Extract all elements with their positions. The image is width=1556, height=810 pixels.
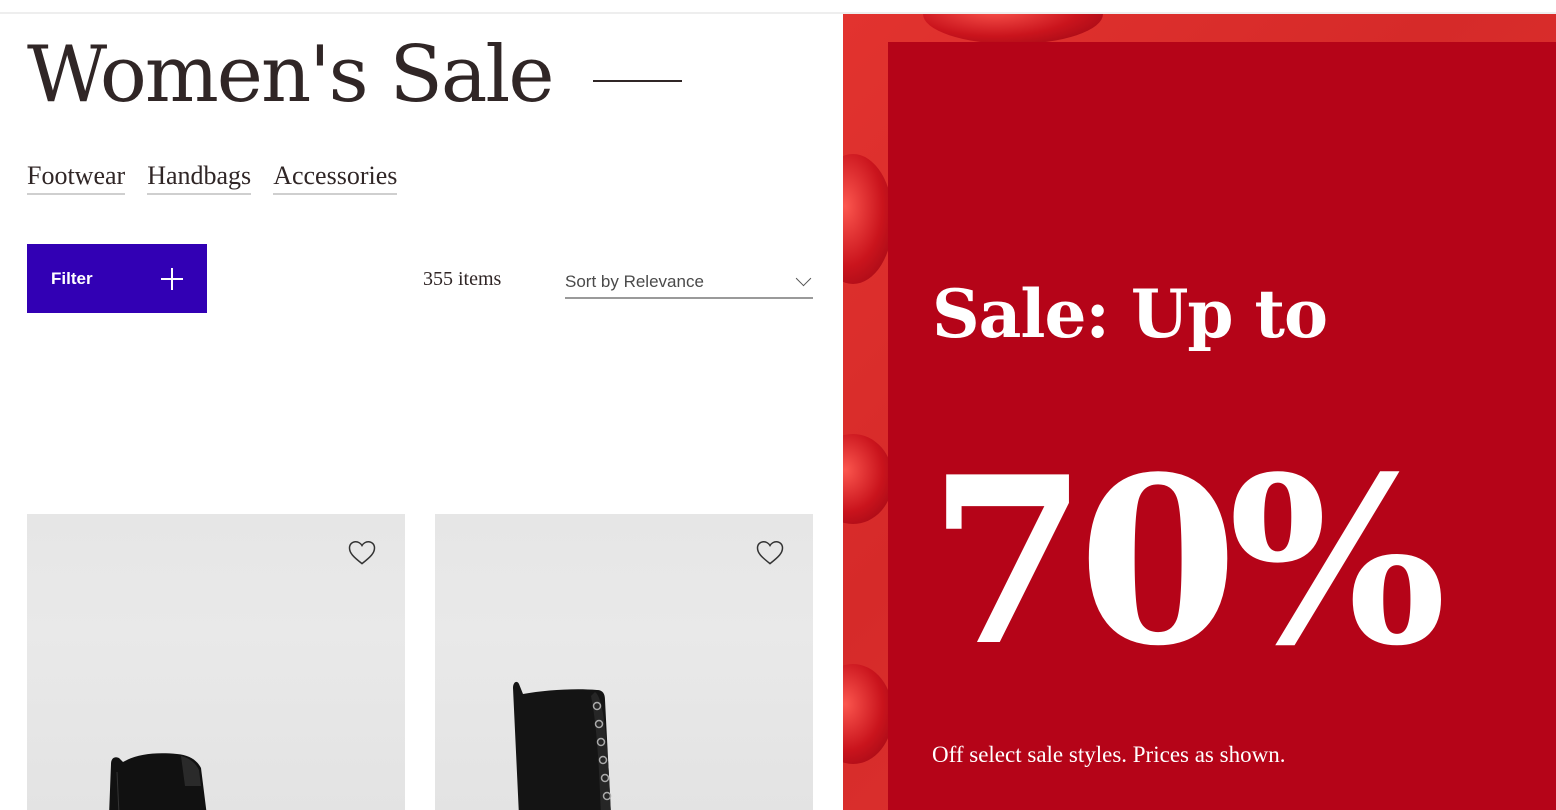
sort-dropdown[interactable]: Sort by Relevance xyxy=(565,267,813,299)
promo-panel: Sale: Up to 70% Off select sale styles. … xyxy=(888,42,1556,810)
product-card[interactable] xyxy=(435,514,813,810)
promo-discount: 70% xyxy=(928,427,1447,697)
category-link-handbags[interactable]: Handbags xyxy=(147,160,252,195)
item-count: 355 items xyxy=(423,268,502,290)
page-title: Women's Sale xyxy=(27,30,555,120)
plus-icon xyxy=(161,267,183,290)
category-link-accessories[interactable]: Accessories xyxy=(273,160,398,195)
ribbon-decoration xyxy=(843,664,893,764)
ribbon-decoration xyxy=(843,154,893,284)
chevron-down-icon xyxy=(795,270,812,287)
product-card[interactable] xyxy=(27,514,405,810)
product-image-combat-boot xyxy=(513,681,612,810)
sale-promo-banner[interactable]: Sale: Up to 70% Off select sale styles. … xyxy=(843,14,1556,810)
product-listing: Women's Sale Footwear Handbags Accessori… xyxy=(0,0,1556,810)
page: Women's Sale Footwear Handbags Accessori… xyxy=(0,0,1556,810)
ribbon-decoration xyxy=(843,434,893,524)
category-links: Footwear Handbags Accessories xyxy=(27,160,398,195)
heart-icon[interactable] xyxy=(347,538,377,568)
promo-subtext: Off select sale styles. Prices as shown. xyxy=(932,742,1286,767)
title-dash-divider xyxy=(593,80,682,82)
ribbon-decoration xyxy=(923,14,1103,44)
product-image-chelsea-boot xyxy=(109,753,207,810)
filter-button-label: Filter xyxy=(51,268,93,288)
filter-button[interactable]: Filter xyxy=(27,244,207,313)
promo-headline: Sale: Up to xyxy=(932,275,1328,353)
top-border xyxy=(0,0,1556,14)
category-link-footwear[interactable]: Footwear xyxy=(27,160,126,195)
sort-dropdown-value: Sort by Relevance xyxy=(565,272,704,291)
heart-icon[interactable] xyxy=(755,538,785,568)
